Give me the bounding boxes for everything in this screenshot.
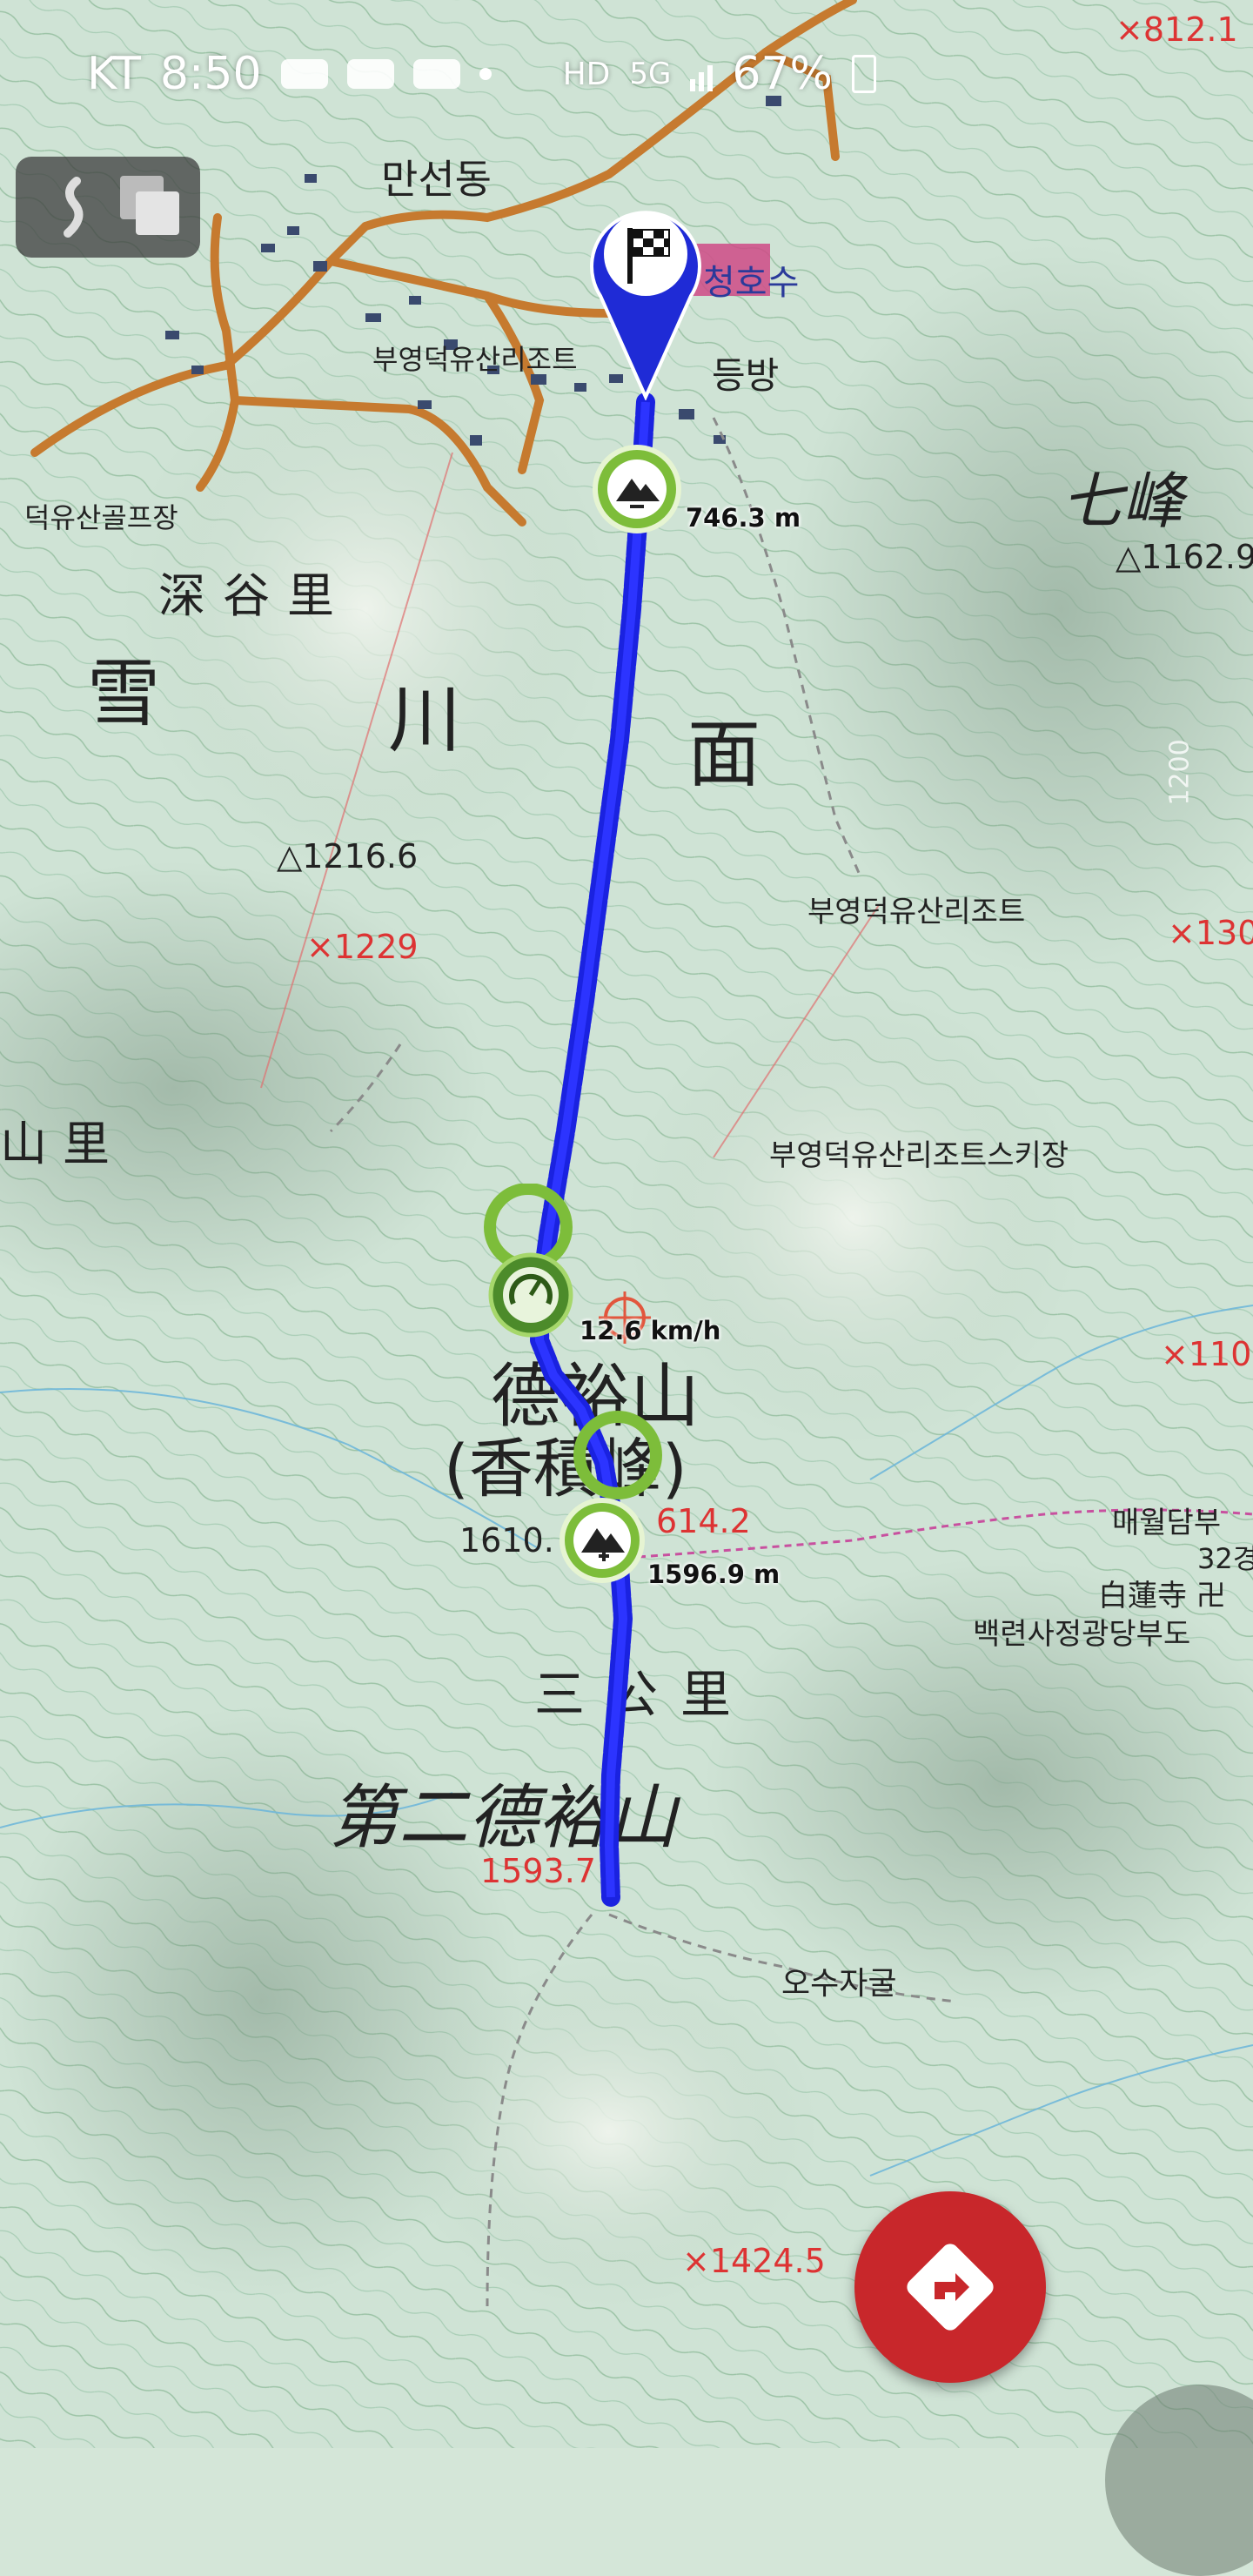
max-elevation-marker[interactable]: [553, 1410, 667, 1584]
min-elevation-label: 746.3 m: [686, 503, 801, 533]
max-speed-marker[interactable]: [480, 1184, 576, 1340]
max-speed-label: 12.6 km/h: [580, 1316, 721, 1345]
max-elevation-label: 1596.9 m: [647, 1560, 781, 1589]
finish-flag-marker[interactable]: [585, 191, 707, 400]
min-elevation-marker[interactable]: [592, 444, 682, 534]
directions-button[interactable]: [854, 2191, 1046, 2383]
directions-icon: [907, 2244, 994, 2331]
